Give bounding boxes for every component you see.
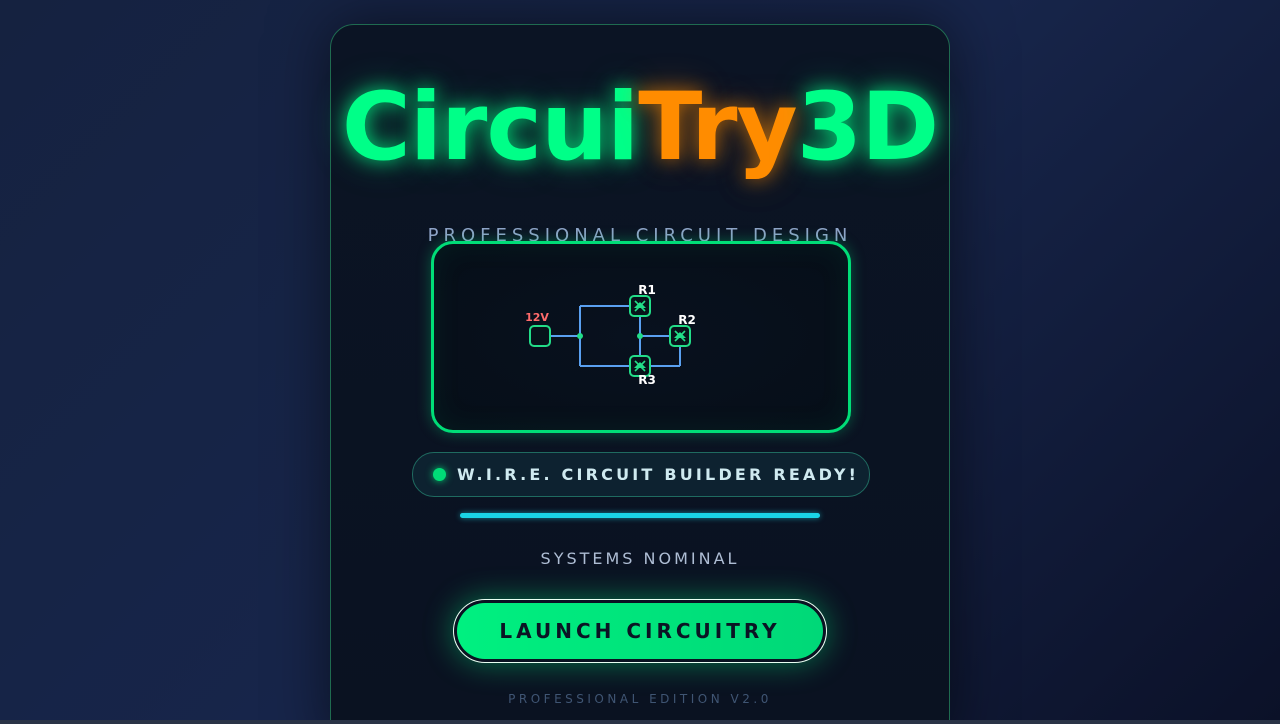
bottom-edge-strip (0, 720, 1280, 724)
app-title: CircuiTry3D (331, 73, 949, 183)
junction-node (637, 333, 643, 339)
splash-card: CircuiTry3D PROFESSIONAL CIRCUIT DESIGN … (330, 24, 950, 724)
component-label-r2: R2 (678, 313, 696, 327)
component-label-r1: R1 (638, 283, 656, 297)
launch-button-frame: LAUNCH CIRCUITRY (453, 599, 827, 663)
progress-fill (460, 513, 820, 518)
status-pill: W.I.R.E. CIRCUIT BUILDER READY! (412, 452, 870, 497)
resistor-r2 (669, 325, 691, 347)
launch-circuitry-button[interactable]: LAUNCH CIRCUITRY (457, 603, 823, 659)
title-part-circui: Circui (341, 73, 639, 182)
component-label-r3: R3 (638, 373, 656, 387)
source-component (529, 325, 551, 347)
junction-node (577, 333, 583, 339)
loading-progress-bar (460, 513, 820, 518)
status-text: W.I.R.E. CIRCUIT BUILDER READY! (457, 465, 860, 484)
resistor-r1 (629, 295, 651, 317)
circuit-diagram: 12V R1 R2 R3 (525, 283, 696, 387)
circuit-preview: 12V R1 R2 R3 (431, 241, 851, 433)
status-indicator-dot (433, 468, 446, 481)
circuit-wires (540, 305, 681, 367)
source-label: 12V (525, 311, 549, 324)
edition-footer: PROFESSIONAL EDITION V2.0 (508, 692, 772, 706)
title-part-try: Try (638, 73, 797, 182)
title-part-3d: 3D (796, 73, 939, 182)
system-status-text: SYSTEMS NOMINAL (540, 549, 740, 568)
